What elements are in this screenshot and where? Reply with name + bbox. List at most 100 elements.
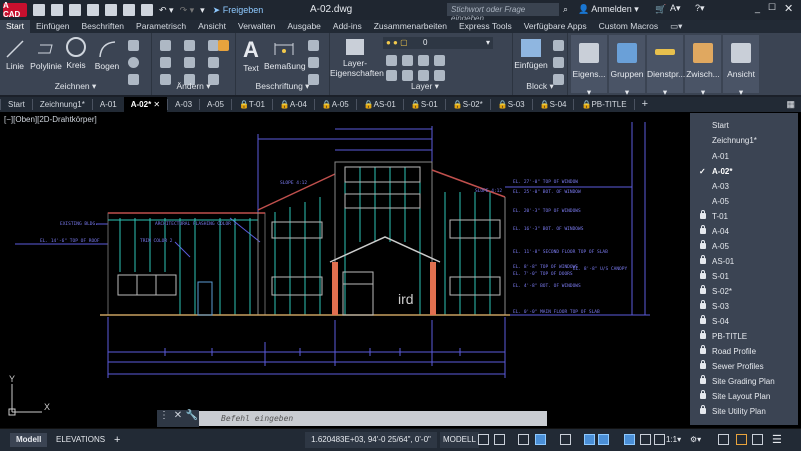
hardware-accel-icon[interactable] [736,434,747,445]
grid-icon[interactable] [478,434,489,445]
isodraft-icon[interactable] [560,434,571,445]
file-tab[interactable]: 🔒S-04 [531,99,574,110]
menu-item[interactable]: Road Profile [690,344,798,359]
tab-add-ins[interactable]: Add-ins [327,20,368,33]
redo-icon[interactable]: ↷ ▾ [180,5,195,16]
layer-dropdown[interactable]: ● ● ▢ 0 ▾ [383,37,493,49]
object-snap-icon[interactable] [598,434,609,445]
layer-properties-button[interactable]: Layer-Eigenschaften [330,39,384,78]
insert-block-button[interactable]: Einfügen [513,39,549,70]
utilities-panel-button[interactable]: Dienstpr... ▾ [647,35,685,97]
dimension-button[interactable]: Bemaßung [264,39,306,71]
panel-title-layer[interactable]: Layer [411,81,432,91]
file-tab[interactable]: 🔒A-05 [313,99,356,110]
workspace-gear-icon[interactable]: ⚙▾ [690,433,701,447]
file-tab[interactable]: 🔒PB-TITLE [573,99,633,110]
search-icon[interactable]: ⌕ [563,4,568,15]
autoscale-icon[interactable] [640,434,651,445]
block-create-icon[interactable] [553,40,564,51]
scale-dropdown[interactable]: 1:1▾ [666,433,681,447]
drawing-canvas[interactable]: ird EL. 27'-0" TOP OF WINDOW EL. 25'-0" … [0,112,801,428]
menu-item[interactable]: Site Layout Plan [690,389,798,404]
menu-item[interactable]: PB-TITLE [690,329,798,344]
close-tab-icon[interactable]: ✕ [153,100,160,109]
autodesk-icon[interactable]: A▾ [670,3,681,14]
signin-button[interactable]: 👤 Anmelden ▾ [578,4,639,15]
close-button[interactable]: ✕ [784,2,793,15]
layer-tool-icon[interactable] [386,70,397,81]
tab-express-tools[interactable]: Express Tools [453,20,518,33]
menu-item[interactable]: Zeichnung1* [690,133,798,148]
annotation-visibility-icon[interactable] [624,434,635,445]
view-panel-button[interactable]: Ansicht ▾ [723,35,759,97]
file-tab[interactable]: A-01 [91,99,124,110]
file-tab[interactable]: A-03 [167,99,199,110]
clean-screen-icon[interactable] [752,434,763,445]
file-tab[interactable]: 🔒S-01 [402,99,445,110]
menu-item[interactable]: AS-01 [690,254,798,269]
layer-tool-icon[interactable] [386,55,397,66]
save-as-icon[interactable] [87,4,99,16]
erase-icon[interactable] [218,40,229,51]
groups-panel-button[interactable]: Gruppen ▾ [609,35,645,97]
move-icon[interactable] [160,40,171,51]
new-icon[interactable] [33,4,45,16]
tab-overview-icon[interactable]: ▦ [786,99,795,110]
file-tab[interactable]: 🔒A-04 [271,99,314,110]
search-input[interactable]: Stichwort oder Frage eingeben [447,3,559,23]
file-tab-active[interactable]: A-02* ✕ [123,97,168,112]
annotation-scale-icon[interactable] [654,434,665,445]
ortho-icon[interactable] [518,434,529,445]
file-tab[interactable]: 🔒S-03 [489,99,532,110]
properties-panel-button[interactable]: Eigens... ▾ [571,35,607,97]
panel-title-block[interactable]: Block [526,81,547,91]
minimize-button[interactable]: _ [755,3,760,13]
menu-item[interactable]: S-02* [690,284,798,299]
ribbon-toggle-icon[interactable]: ▭▾ [664,20,688,33]
menu-item[interactable]: S-04 [690,314,798,329]
mirror-icon[interactable] [184,57,195,68]
circle-button[interactable]: Kreis [64,37,88,70]
object-snap-tracking-icon[interactable] [584,434,595,445]
fillet-icon[interactable] [208,57,219,68]
tab-start[interactable]: Start [0,20,30,33]
menu-item[interactable]: A-03 [690,179,798,194]
polyline-button[interactable]: Polylinie [30,39,62,71]
tab-beschriften[interactable]: Beschriften [76,20,131,33]
menu-item[interactable]: Sewer Profiles [690,359,798,374]
tab-ausgabe[interactable]: Ausgabe [281,20,327,33]
tab-einfuegen[interactable]: Einfügen [30,20,76,33]
publish-icon[interactable] [105,4,117,16]
layer-tool-icon[interactable] [418,55,429,66]
menu-item[interactable]: Site Grading Plan [690,374,798,389]
menu-item[interactable]: A-01 [690,149,798,164]
text-button[interactable]: A Text [240,37,262,73]
add-layout-button[interactable]: + [108,433,126,447]
cart-icon[interactable]: 🛒 [655,4,666,15]
undo-icon[interactable]: ↶ ▾ [159,5,174,16]
open-icon[interactable] [51,4,63,16]
rectangle-icon[interactable] [128,40,139,51]
model-space-toggle[interactable]: MODELL [440,432,479,448]
copy-icon[interactable] [160,57,171,68]
layer-tool-icon[interactable] [402,70,413,81]
export-icon[interactable] [123,4,135,16]
file-tab[interactable]: Start [0,99,32,110]
tab-zusammenarbeiten[interactable]: Zusammenarbeiten [368,20,453,33]
block-edit-icon[interactable] [553,57,564,68]
clipboard-panel-button[interactable]: Zwisch... ▾ [685,35,721,97]
layout-tab-elevations[interactable]: ELEVATIONS [50,433,111,447]
layer-tool-icon[interactable] [434,70,445,81]
tab-verfuegbare-apps[interactable]: Verfügbare Apps [518,20,593,33]
panel-title-beschriftung[interactable]: Beschriftung [256,81,303,91]
tab-custom-macros[interactable]: Custom Macros [593,20,665,33]
coordinates-readout[interactable]: 1.620483E+03, 94'-0 25/64", 0'-0" [305,432,437,448]
file-tab[interactable]: A-05 [199,99,231,110]
arc-button[interactable]: Bogen [94,39,120,71]
menu-item[interactable]: S-01 [690,269,798,284]
menu-item[interactable]: T-01 [690,209,798,224]
leader-icon[interactable] [308,57,319,68]
layer-tool-icon[interactable] [418,70,429,81]
menu-item[interactable]: A-04 [690,224,798,239]
menu-item[interactable]: A-05 [690,194,798,209]
